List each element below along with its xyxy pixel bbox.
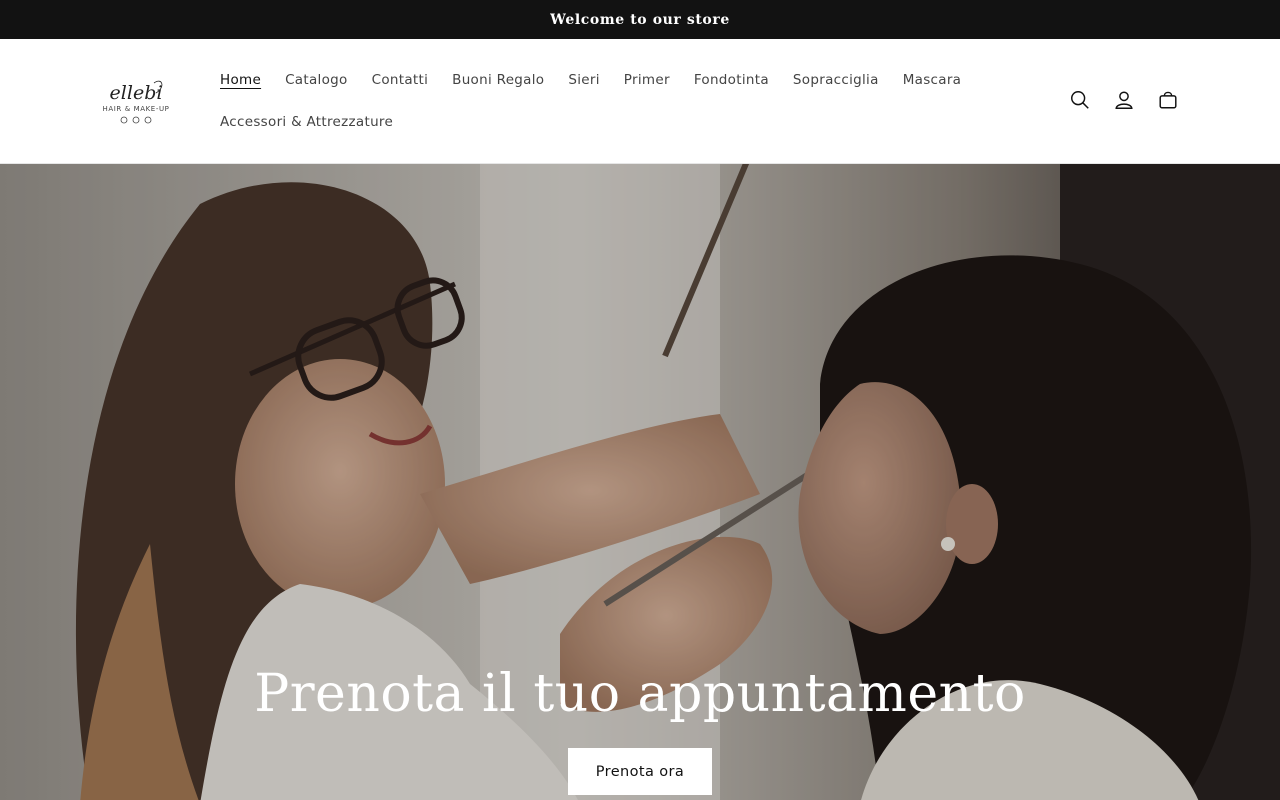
nav-item-sopracciglia[interactable]: Sopracciglia xyxy=(781,68,891,92)
nav-item-catalogo[interactable]: Catalogo xyxy=(273,68,360,92)
nav-item-contatti[interactable]: Contatti xyxy=(360,68,441,92)
site-header: ellebi HAIR & MAKE-UP Home Catalogo Cont… xyxy=(0,39,1280,164)
store-logo[interactable]: ellebi HAIR & MAKE-UP xyxy=(92,73,180,131)
nav-item-buoni-regalo[interactable]: Buoni Regalo xyxy=(440,68,556,92)
main-nav-row-2: Accessori & Attrezzature xyxy=(208,110,405,134)
book-now-button[interactable]: Prenota ora xyxy=(568,748,712,795)
header-icons xyxy=(1062,78,1186,122)
search-icon[interactable] xyxy=(1062,78,1098,122)
hero-banner: Prenota il tuo appuntamento Prenota ora xyxy=(0,164,1280,800)
nav-item-home[interactable]: Home xyxy=(208,68,273,92)
nav-item-primer[interactable]: Primer xyxy=(612,68,682,92)
announcement-text: Welcome to our store xyxy=(550,11,730,28)
main-nav: Home Catalogo Contatti Buoni Regalo Sier… xyxy=(208,68,973,92)
nav-item-accessori[interactable]: Accessori & Attrezzature xyxy=(208,110,405,134)
hero-title: Prenota il tuo appuntamento xyxy=(254,664,1026,724)
svg-text:HAIR & MAKE-UP: HAIR & MAKE-UP xyxy=(102,105,169,113)
announcement-bar: Welcome to our store xyxy=(0,0,1280,39)
svg-text:ellebi: ellebi xyxy=(110,82,163,104)
nav-item-fondotinta[interactable]: Fondotinta xyxy=(682,68,781,92)
account-icon[interactable] xyxy=(1106,78,1142,122)
nav-item-mascara[interactable]: Mascara xyxy=(891,68,974,92)
cart-icon[interactable] xyxy=(1150,78,1186,122)
nav-item-sieri[interactable]: Sieri xyxy=(556,68,611,92)
